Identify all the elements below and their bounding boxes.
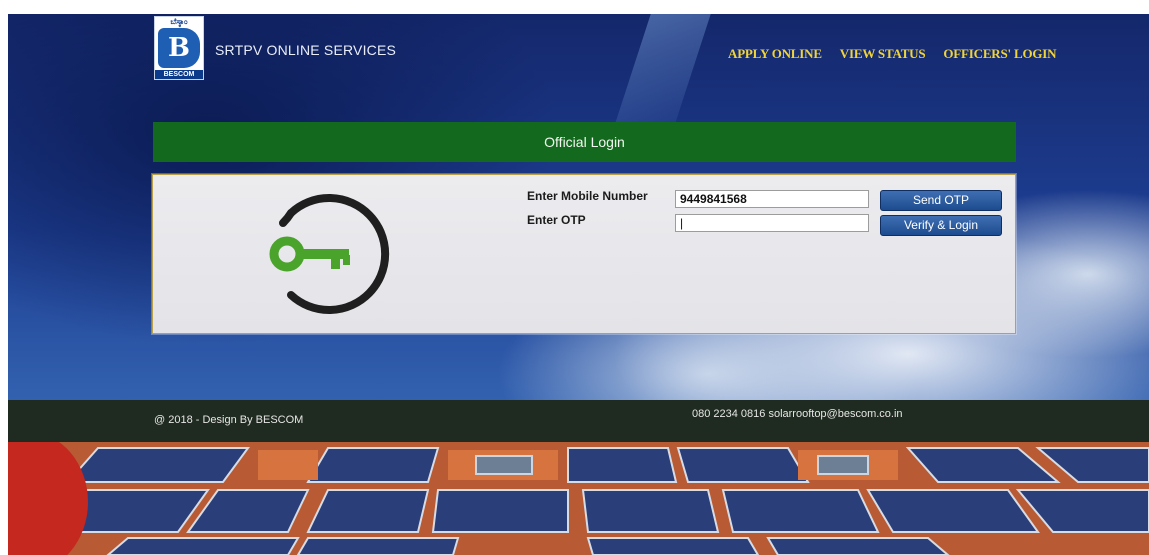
login-title-bar: Official Login [153,122,1016,162]
nav-officers-login[interactable]: OFFICERS' LOGIN [943,46,1056,62]
mobile-number-input[interactable]: 9449841568 [675,190,869,208]
logo-bottom-text: BESCOM [155,70,203,79]
solar-panels-illustration [8,442,1149,555]
logo-mark: B [158,28,200,68]
key-icon [269,194,390,314]
footer: @ 2018 - Design By BESCOM 080 2234 0816 … [8,400,1149,442]
send-otp-button[interactable]: Send OTP [880,190,1002,211]
top-nav: APPLY ONLINE VIEW STATUS OFFICERS' LOGIN [728,46,1057,62]
solar-roof-image [8,442,1149,555]
logo-top-text: ಬೆಸ್ಕಾಂ [170,17,188,26]
bescom-logo[interactable]: ಬೆಸ್ಕಾಂ B BESCOM [154,16,204,80]
verify-login-button[interactable]: Verify & Login [880,215,1002,236]
nav-view-status[interactable]: VIEW STATUS [840,46,926,62]
otp-label: Enter OTP [527,213,586,227]
site-title: SRTPV ONLINE SERVICES [215,42,397,58]
nav-apply-online[interactable]: APPLY ONLINE [728,46,822,62]
otp-input[interactable]: | [675,214,869,232]
logo-letter-icon: B [168,33,190,63]
login-panel: Enter Mobile Number Enter OTP 9449841568… [152,174,1016,334]
mobile-number-label: Enter Mobile Number [527,189,648,203]
page-background: ಬೆಸ್ಕಾಂ B BESCOM SRTPV ONLINE SERVICES A… [8,14,1149,555]
copyright-text: @ 2018 - Design By BESCOM [154,414,304,426]
contact-info: 080 2234 0816 solarrooftop@bescom.co.in [692,408,903,420]
